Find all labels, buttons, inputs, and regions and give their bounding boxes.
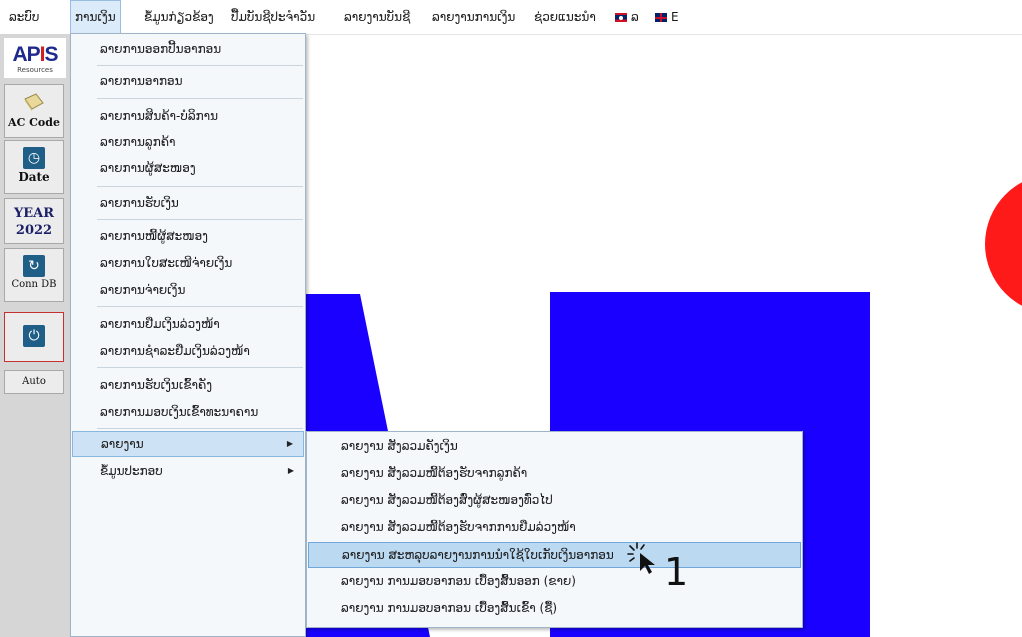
reports-label: ລາຍງານ [101,437,144,451]
logo-subtext: Resources [17,66,53,74]
auto-label: Auto [22,376,46,387]
year-value: 2022 [15,223,53,238]
dropdown-item-products-services[interactable]: ລາຍການສິນຄ້າ-ບໍລິການ [72,103,304,129]
conn-db-button[interactable]: ↻ Conn DB [4,248,64,302]
mouse-cursor-icon [627,542,655,574]
dropdown-item-payment-requests[interactable]: ລາຍການໃບສະເໜີຈ່າຍເງິນ [72,250,304,276]
separator [97,98,303,99]
dropdown-item-supplier-debts[interactable]: ລາຍການໜີ້ຜູ້ສະໜອງ [72,223,304,249]
menu-bar: ລະບົບ ການເງິນ ຂໍ້ມູນກ່ຽວຂ້ອງ ປື້ມບັນຊີປະ… [0,0,1022,35]
book-icon [24,93,44,111]
menu-daily-journal[interactable]: ປື້ມບັນຊີປະຈຳວັນ [227,0,319,34]
dropdown-item-customers[interactable]: ລາຍການລູກຄ້າ [72,129,304,155]
dropdown-item-advance-settlements[interactable]: ລາຍການຊຳລະຢືມເງິນລ່ວງໜ້າ [72,338,304,364]
separator [97,219,303,220]
dropdown-item-suppliers[interactable]: ລາຍການຜູ້ສະໜອງ [72,155,304,181]
dropdown-item-advances[interactable]: ລາຍການຢືມເງິນລ່ວງໜ້າ [72,311,304,337]
power-icon: ⏻ [23,325,45,347]
submenu-arrow-icon: ▶ [286,439,293,448]
refresh-icon: ↻ [23,255,45,277]
supplementary-data-label: ຂໍ້ມູນປະກອບ [100,464,163,478]
ac-code-button[interactable]: AC Code [4,84,64,138]
submenu-item-supplier-payables[interactable]: ລາຍງານ ສັງລວມໜີ້ຕ້ອງສົ່ງຜູ້ສະໜອງທົ່ວໄປ [308,487,801,513]
left-toolbar: APIS Resources AC Code ◷ Date YEAR 2022 … [0,34,71,637]
menu-lang-english[interactable]: E [651,0,683,34]
dropdown-item-receipts[interactable]: ລາຍການຮັບເງິນ [72,190,304,216]
submenu-item-output-tax[interactable]: ລາຍງານ ການມອບອາກອນ ເບື້ອງສົ້ນອອກ (ຂາຍ) [308,568,801,594]
lao-flag-icon [615,13,627,22]
year-button[interactable]: YEAR 2022 [4,198,64,244]
separator [97,428,303,429]
submenu-item-advance-receivables[interactable]: ລາຍງານ ສັງລວມໜີ້ຕ້ອງຮັບຈາກການຢືມລ່ວງໜ້າ [308,514,801,540]
dropdown-item-supplementary-data[interactable]: ຂໍ້ມູນປະກອບ ▶ [72,458,304,484]
submenu-item-cash-summary[interactable]: ລາຍງານ ສັງລວມຄັງເງິນ [308,433,801,459]
menu-accounting-report[interactable]: ລາຍງານບັນຊີ [340,0,414,34]
lang-english-label: E [671,10,679,24]
menu-finance[interactable]: ການເງິນ [70,0,121,34]
submenu-arrow-icon: ▶ [287,466,294,475]
dropdown-item-tax-invoice-print[interactable]: ລາຍການອອກປີ້ນອາກອນ [72,36,304,62]
clock-icon: ◷ [23,147,45,169]
menu-related-data[interactable]: ຂໍ້ມູນກ່ຽວຂ້ອງ [140,0,218,34]
menu-system[interactable]: ລະບົບ [5,0,43,34]
dropdown-item-payments[interactable]: ລາຍການຈ່າຍເງິນ [72,277,304,303]
auto-button[interactable]: Auto [4,370,64,394]
separator [97,367,303,368]
dropdown-item-tax-list[interactable]: ລາຍການອາກອນ [72,68,304,94]
menu-lang-lao[interactable]: ລ [611,0,643,34]
power-button[interactable]: ⏻ [4,312,64,362]
logo-text: APIS [12,43,58,66]
submenu-item-input-tax[interactable]: ລາຍງານ ການມອບອາກອນ ເບື້ອງສົ້ນເຂົ້າ (ຊື້) [308,595,801,621]
separator [97,65,303,66]
ac-code-label: AC Code [8,116,60,129]
menu-financial-report[interactable]: ລາຍງານການເງິນ [428,0,519,34]
step-number: 1 [664,550,689,594]
conn-db-label: Conn DB [11,279,57,290]
dropdown-item-bank-deposits[interactable]: ລາຍການມອບເງິນເຂົ້າທະນາຄານ [72,399,304,425]
dropdown-item-cash-deposits[interactable]: ລາຍການຮັບເງິນເຂົ້າຄັງ [72,372,304,398]
date-label: Date [18,170,50,184]
separator [97,186,303,187]
menu-help[interactable]: ຊ່ວຍແນະນຳ [530,0,600,34]
year-label: YEAR [13,206,55,221]
uk-flag-icon [655,13,667,22]
finance-dropdown-menu: ລາຍການອອກປີ້ນອາກອນ ລາຍການອາກອນ ລາຍການສິນ… [70,33,306,637]
apis-logo: APIS Resources [4,38,66,78]
separator [97,306,303,307]
dropdown-item-reports[interactable]: ລາຍງານ ▶ [72,431,304,457]
lang-lao-label: ລ [631,10,639,24]
reports-submenu: ລາຍງານ ສັງລວມຄັງເງິນ ລາຍງານ ສັງລວມໜີ້ຕ້ອ… [306,431,803,628]
submenu-item-tax-invoice-usage-summary[interactable]: ລາຍງານ ສະຫລຸບລາຍງານການນຳໃຊ້ໃບເກັບເງິນອາກ… [308,542,801,568]
submenu-item-customer-receivables[interactable]: ລາຍງານ ສັງລວມໜີ້ຕ້ອງຮັບຈາກລູກຄ້າ [308,460,801,486]
date-button[interactable]: ◷ Date [4,140,64,194]
